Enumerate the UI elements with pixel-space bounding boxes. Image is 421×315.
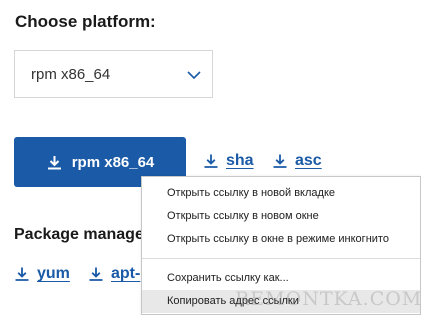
yum-link[interactable]: yum: [14, 265, 70, 283]
download-button-label: rpm x86_64: [71, 153, 155, 171]
asc-link-label: asc: [295, 152, 322, 169]
choose-platform-heading: Choose platform:: [15, 12, 156, 31]
package-managers-heading: Package manage: [14, 226, 144, 243]
link-context-menu: Открыть ссылку в новой вкладке Открыть с…: [141, 176, 421, 315]
yum-link-label: yum: [37, 265, 70, 282]
download-icon: [272, 153, 288, 169]
apt-link-label: apt-: [111, 265, 141, 282]
apt-link[interactable]: apt-: [88, 265, 140, 283]
menu-item-open-incognito[interactable]: Открыть ссылку в окне в режиме инкогнито: [142, 228, 420, 251]
platform-select-value: rpm x86_64: [31, 65, 111, 83]
download-icon: [88, 266, 104, 282]
download-icon: [14, 266, 30, 282]
menu-item-open-new-tab[interactable]: Открыть ссылку в новой вкладке: [142, 182, 420, 205]
menu-item-open-new-window[interactable]: Открыть ссылку в новом окне: [142, 205, 420, 228]
chevron-down-icon: [186, 68, 202, 80]
menu-item-copy-link-address[interactable]: Копировать адрес ссылки: [142, 290, 420, 313]
sha-link[interactable]: sha: [203, 152, 254, 170]
download-icon: [46, 154, 63, 171]
menu-separator: [142, 258, 420, 259]
download-icon: [203, 153, 219, 169]
menu-item-save-link-as[interactable]: Сохранить ссылку как...: [142, 267, 420, 290]
platform-select[interactable]: rpm x86_64: [14, 50, 213, 98]
asc-link[interactable]: asc: [272, 152, 322, 170]
sha-link-label: sha: [226, 152, 254, 169]
